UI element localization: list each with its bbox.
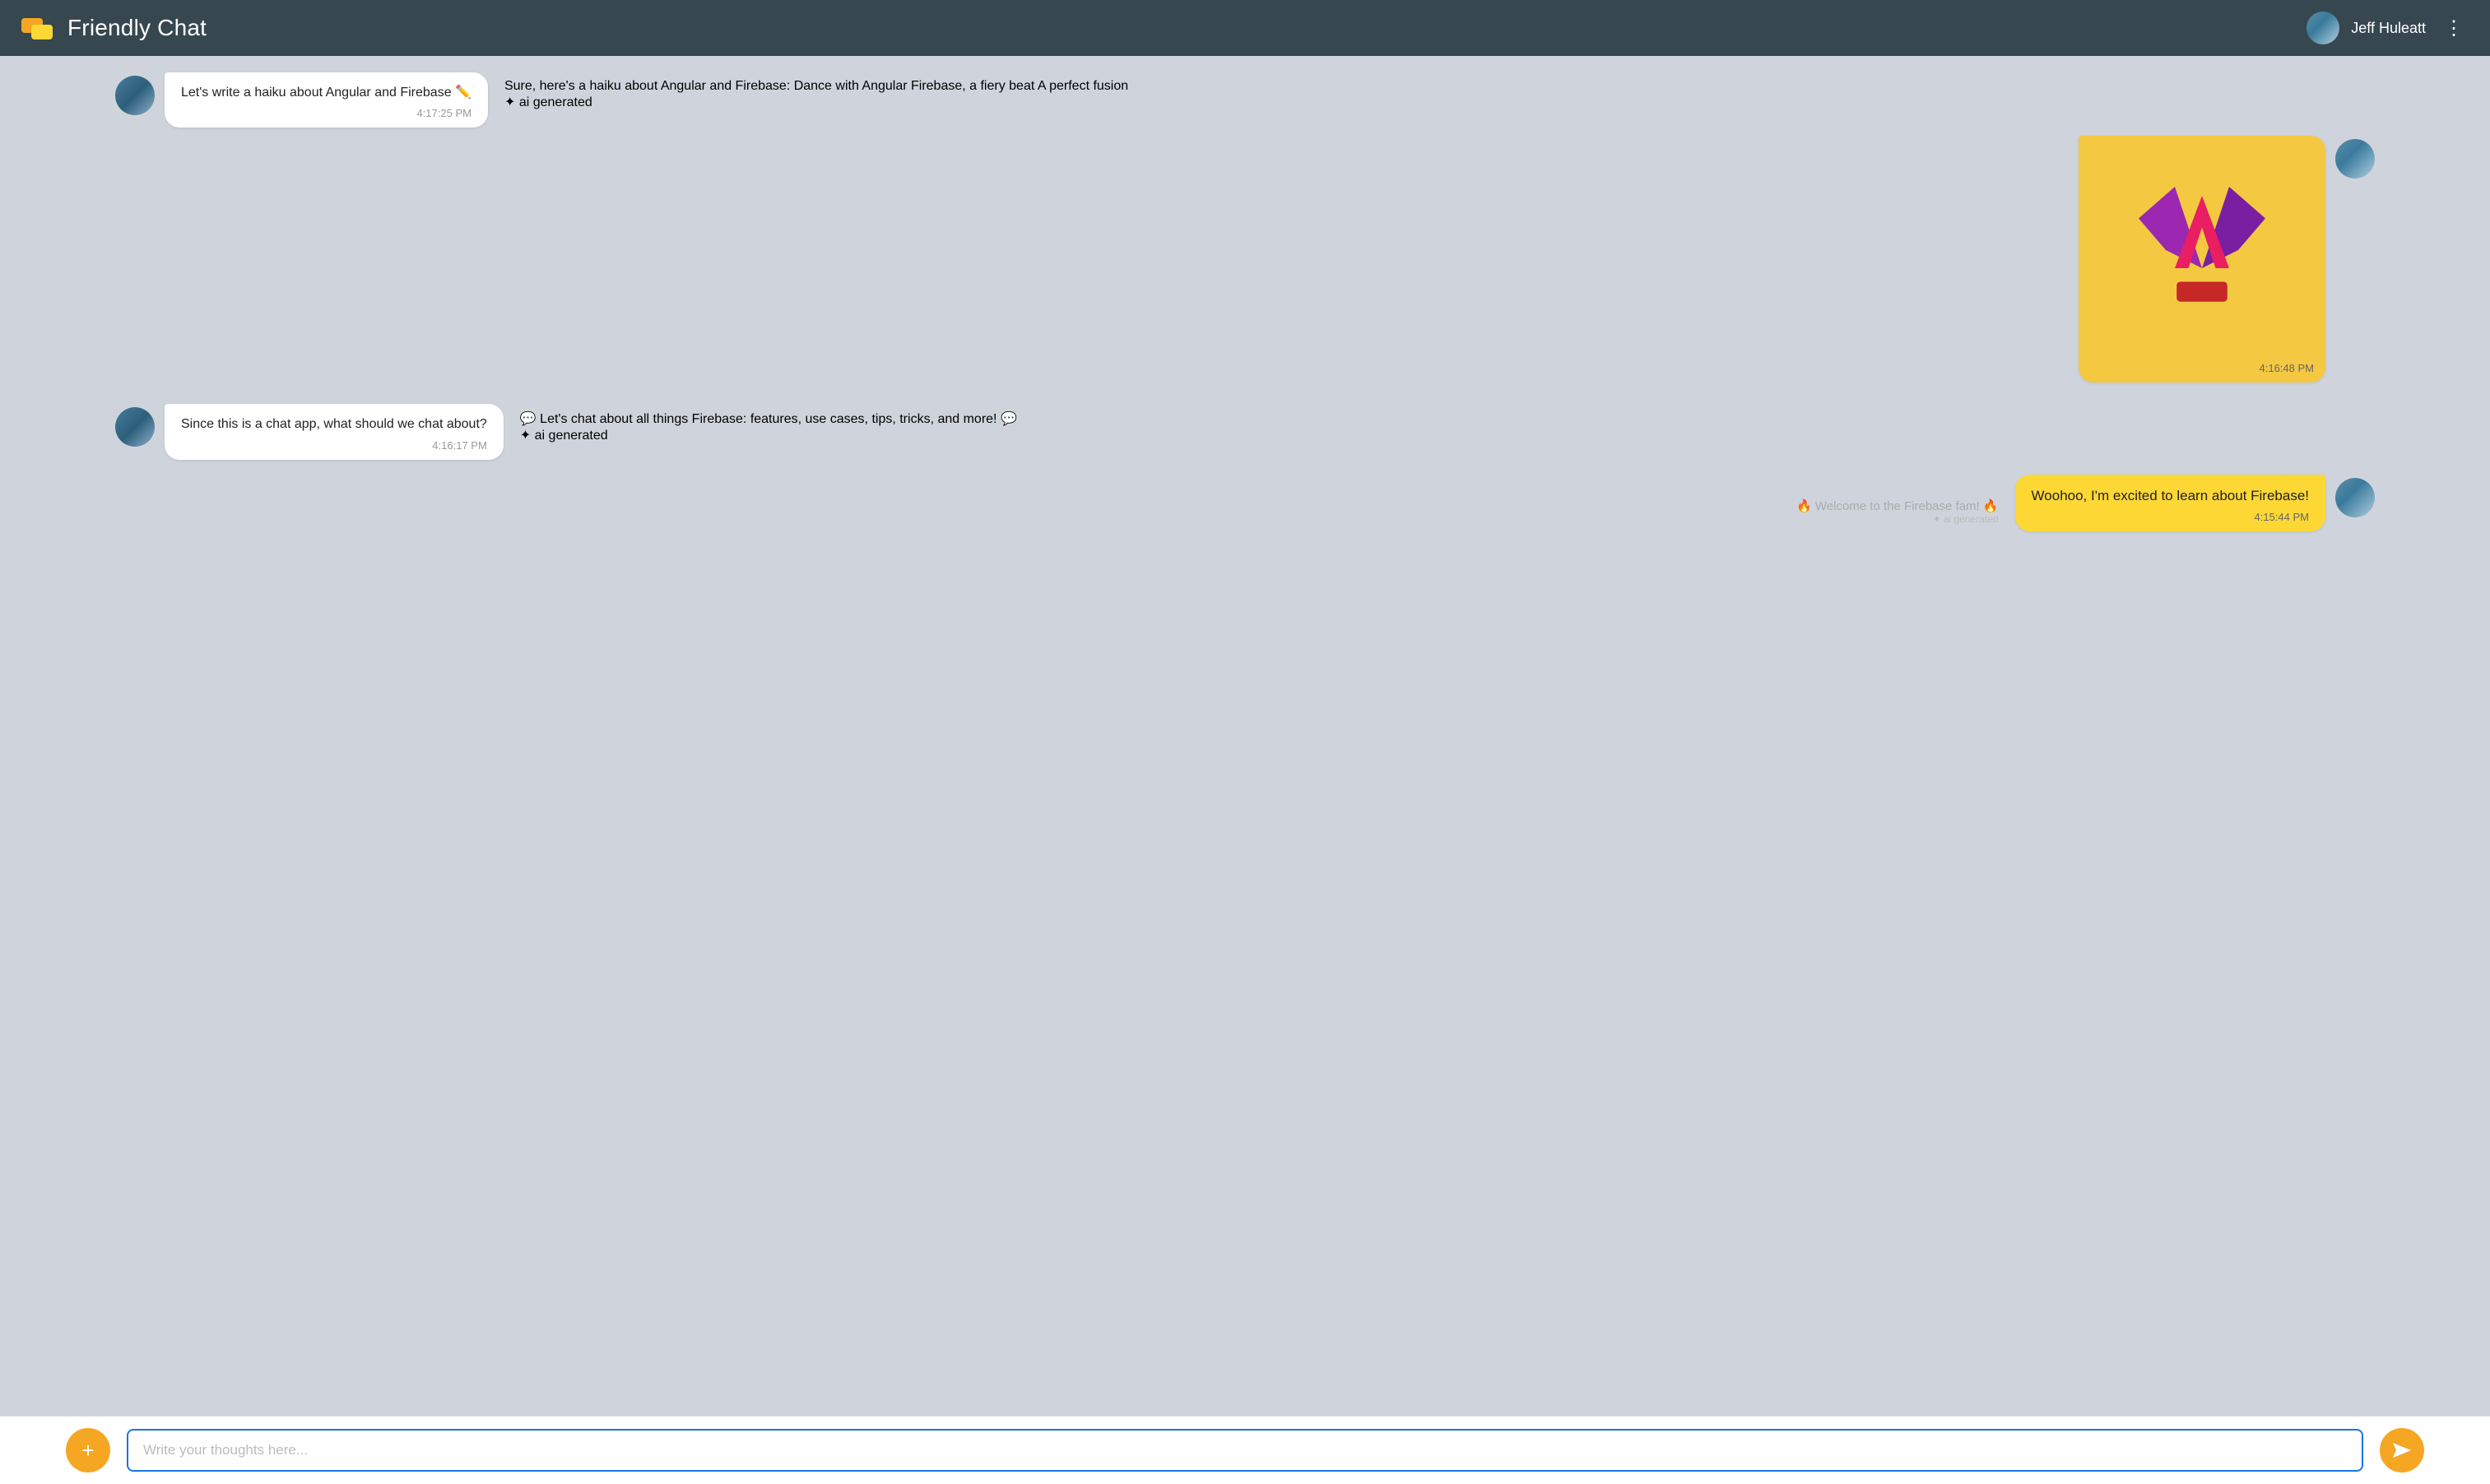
ai-badge: ✦ ai generated xyxy=(504,94,2375,110)
header-left: Friendly Chat xyxy=(20,10,207,46)
add-button[interactable]: + xyxy=(66,1428,110,1472)
bubble-outgoing: Woohoo, I'm excited to learn about Fireb… xyxy=(2015,475,2325,531)
message-text: Let's write a haiku about Angular and Fi… xyxy=(181,84,472,102)
message-input-area: + xyxy=(0,1416,2490,1484)
incoming-message-1: Let's write a haiku about Angular and Fi… xyxy=(115,72,488,128)
ai-center-row: 🔥 Welcome to the Firebase fam! 🔥 ✦ ai ge… xyxy=(115,499,2015,531)
message-text: Since this is a chat app, what should we… xyxy=(181,415,487,434)
menu-button[interactable]: ⋮ xyxy=(2437,13,2470,44)
message-time: 4:17:25 PM xyxy=(181,107,472,119)
app-title: Friendly Chat xyxy=(67,15,207,41)
ai-response: Sure, here's a haiku about Angular and F… xyxy=(488,72,2375,110)
user-name-header: Jeff Huleatt xyxy=(2351,20,2426,37)
app-logo-icon xyxy=(20,10,56,46)
avatar xyxy=(2335,478,2375,517)
user-avatar-header xyxy=(2307,12,2339,44)
app-header: Friendly Chat Jeff Huleatt ⋮ xyxy=(0,0,2490,56)
message-row: Since this is a chat app, what should we… xyxy=(115,404,2375,459)
message-input[interactable] xyxy=(127,1429,2363,1472)
add-icon: + xyxy=(81,1440,94,1461)
ai-response-text: Sure, here's a haiku about Angular and F… xyxy=(504,79,2375,94)
ai-center-text: 🔥 Welcome to the Firebase fam! 🔥 xyxy=(1796,499,1999,513)
message-row: Let's write a haiku about Angular and Fi… xyxy=(115,72,2375,128)
send-button[interactable] xyxy=(2380,1428,2424,1472)
angular-logo xyxy=(2111,169,2293,350)
message-row-image: 4:16:48 PM xyxy=(115,136,2375,383)
avatar xyxy=(115,407,155,447)
outgoing-bubble-row: Woohoo, I'm excited to learn about Fireb… xyxy=(2015,475,2375,531)
message-time: 4:16:17 PM xyxy=(181,439,487,452)
send-icon xyxy=(2391,1441,2413,1459)
bubble-incoming: Since this is a chat app, what should we… xyxy=(165,404,504,459)
avatar xyxy=(115,76,155,115)
message-text: Woohoo, I'm excited to learn about Fireb… xyxy=(2032,486,2309,506)
image-time: 4:16:48 PM xyxy=(2260,362,2315,374)
header-right: Jeff Huleatt ⋮ xyxy=(2307,12,2470,44)
incoming-message-3: Since this is a chat app, what should we… xyxy=(115,404,504,459)
avatar xyxy=(2335,139,2375,179)
bubble-image: 4:16:48 PM xyxy=(2079,136,2325,383)
message-row-outgoing: 🔥 Welcome to the Firebase fam! 🔥 ✦ ai ge… xyxy=(115,475,2375,531)
chat-area: Let's write a haiku about Angular and Fi… xyxy=(0,56,2490,1416)
ai-badge: ✦ ai generated xyxy=(520,427,2375,443)
message-time: 4:15:44 PM xyxy=(2032,511,2309,523)
bubble-incoming: Let's write a haiku about Angular and Fi… xyxy=(165,72,488,128)
ai-response: 💬 Let's chat about all things Firebase: … xyxy=(504,404,2375,443)
ai-response-text: 💬 Let's chat about all things Firebase: … xyxy=(520,410,2375,427)
ai-center-badge: ✦ ai generated xyxy=(1932,513,1998,525)
